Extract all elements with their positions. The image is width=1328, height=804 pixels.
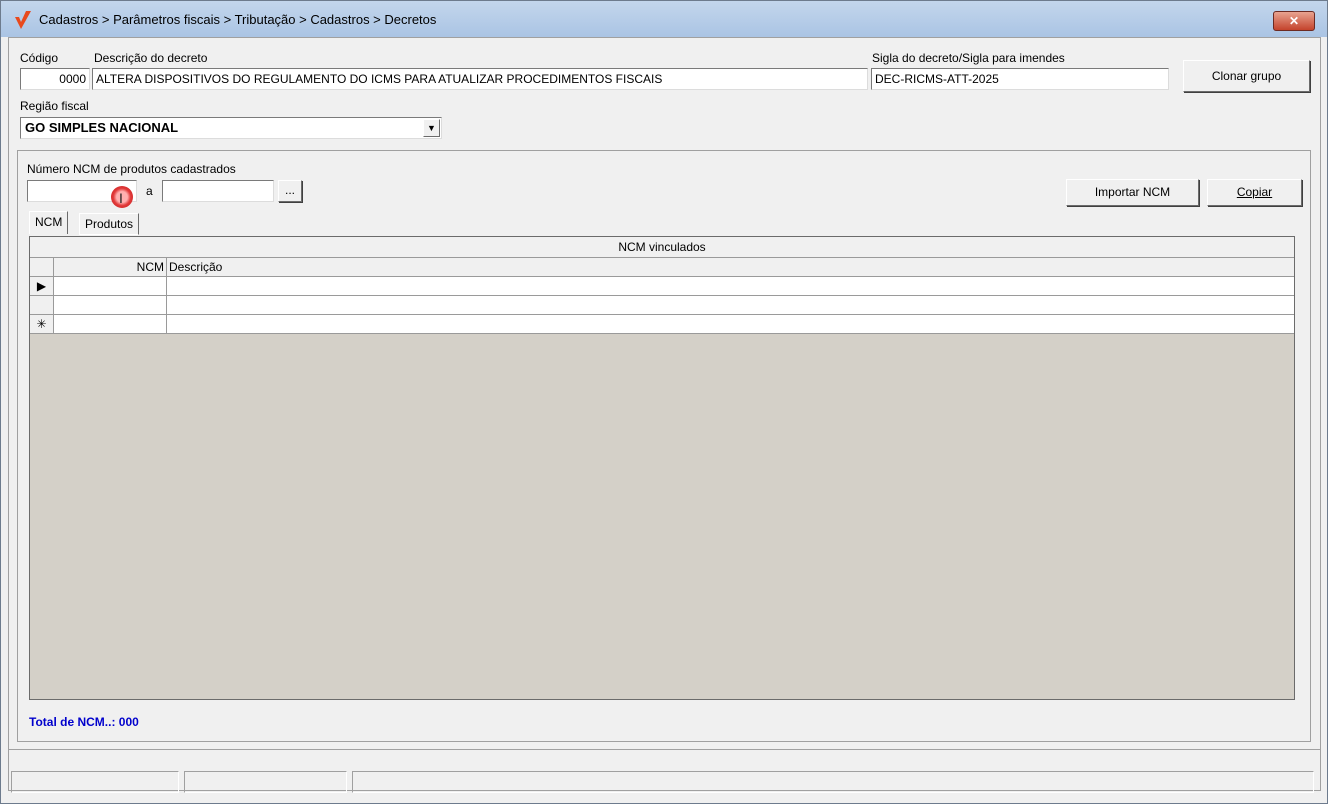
ncm-filter-label: Número NCM de produtos cadastrados [27,162,236,176]
column-header-descricao[interactable]: Descrição [167,258,1294,276]
new-row-asterisk-icon: ✳ [30,315,54,333]
descricao-field[interactable]: ALTERA DISPOSITIVOS DO REGULAMENTO DO IC… [92,68,868,90]
text-cursor-icon: Ι [119,190,123,206]
cell-descricao[interactable] [167,277,1294,295]
regiao-label: Região fiscal [20,99,89,113]
browse-button[interactable]: ... [278,180,302,202]
form-client-area: Código 0000 Descrição do decreto ALTERA … [8,37,1321,791]
chevron-down-icon[interactable]: ▼ [423,119,440,137]
regiao-selected-value: GO SIMPLES NACIONAL [25,120,179,135]
importar-ncm-button[interactable]: Importar NCM [1066,179,1199,206]
codigo-field[interactable]: 0000 [20,68,90,90]
table-row[interactable]: ▶ [30,277,1294,296]
range-separator: a [146,184,153,198]
app-logo-icon [15,11,31,29]
row-selector [30,296,54,314]
column-header-ncm[interactable]: NCM [54,258,167,276]
cell-descricao[interactable] [167,296,1294,314]
decretos-window: Cadastros > Parâmetros fiscais > Tributa… [0,0,1328,804]
copiar-button[interactable]: Copiar [1207,179,1302,206]
close-button[interactable]: ✕ [1273,11,1315,31]
cell-ncm[interactable] [54,277,167,295]
grid-header: NCM Descrição [30,258,1294,277]
clonar-grupo-button[interactable]: Clonar grupo [1183,60,1310,92]
regiao-fiscal-select[interactable]: GO SIMPLES NACIONAL ▼ [20,117,442,139]
window-title: Cadastros > Parâmetros fiscais > Tributa… [39,12,437,27]
row-selector-header [30,258,54,276]
close-icon: ✕ [1288,14,1300,28]
ncm-to-field[interactable] [162,180,274,202]
tab-ncm[interactable]: NCM [29,211,69,234]
table-row-new[interactable]: ✳ [30,315,1294,334]
status-panel-1 [11,771,179,793]
bottom-divider [9,749,1320,750]
cell-descricao[interactable] [167,315,1294,333]
grid-caption: NCM vinculados [30,237,1294,258]
codigo-label: Código [20,51,59,65]
sigla-label: Sigla do decreto/Sigla para imendes [872,51,1065,65]
current-row-arrow-icon: ▶ [30,277,54,295]
title-bar[interactable]: Cadastros > Parâmetros fiscais > Tributa… [1,1,1327,37]
status-panel-2 [184,771,347,793]
tab-produtos[interactable]: Produtos [79,213,140,235]
status-bar [9,771,1321,795]
cell-ncm[interactable] [54,315,167,333]
total-ncm-label: Total de NCM..: 000 [29,715,139,729]
status-panel-3 [352,771,1314,793]
sigla-field[interactable]: DEC-RICMS-ATT-2025 [871,68,1169,90]
ncm-grid[interactable]: NCM vinculados NCM Descrição ▶ ✳ [29,236,1295,700]
descricao-label: Descrição do decreto [94,51,208,65]
table-row[interactable] [30,296,1294,315]
cell-ncm[interactable] [54,296,167,314]
